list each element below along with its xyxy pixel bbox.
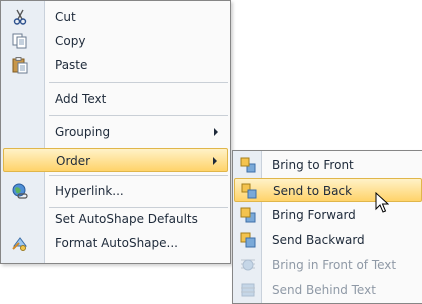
menu-item-hyperlink[interactable]: Hyperlink... [3, 179, 228, 203]
menu-item-label: Grouping [55, 125, 111, 139]
menu-item-label: Send Backward [272, 233, 365, 247]
submenu-arrow-icon [214, 128, 218, 136]
send-backward-icon [239, 231, 257, 249]
menu-item-label: Bring Forward [272, 208, 356, 222]
menu-item-paste[interactable]: Paste [3, 53, 228, 77]
menu-item-label: Send Behind Text [272, 283, 376, 297]
submenu-arrow-icon [213, 157, 217, 165]
menu-separator [49, 175, 228, 176]
menu-item-grouping[interactable]: Grouping [3, 120, 228, 144]
submenu-item-send-backward[interactable]: Send Backward [234, 228, 422, 252]
bring-to-front-icon [239, 156, 257, 174]
menu-item-order[interactable]: Order [3, 148, 228, 172]
send-behind-text-icon [239, 281, 257, 299]
paste-icon [11, 56, 29, 74]
menu-separator [49, 82, 228, 83]
context-menu: Cut Copy Paste Add Text Grouping Order H… [0, 0, 231, 264]
mouse-pointer-icon [375, 192, 389, 213]
send-to-back-icon [240, 182, 258, 200]
menu-item-label: Add Text [55, 92, 107, 106]
format-shape-icon [11, 234, 29, 252]
menu-item-label: Cut [55, 10, 76, 24]
hyperlink-globe-icon [11, 182, 29, 200]
menu-item-set-autoshape-defaults[interactable]: Set AutoShape Defaults [3, 207, 228, 231]
menu-item-label: Format AutoShape... [55, 236, 178, 250]
menu-item-label: Copy [55, 34, 86, 48]
submenu-item-bring-to-front[interactable]: Bring to Front [234, 153, 422, 177]
submenu-item-send-to-back[interactable]: Send to Back [234, 178, 422, 202]
submenu-item-bring-in-front-of-text[interactable]: Bring in Front of Text [234, 253, 422, 277]
menu-item-copy[interactable]: Copy [3, 29, 228, 53]
menu-item-label: Bring in Front of Text [272, 258, 397, 272]
menu-item-cut[interactable]: Cut [3, 5, 228, 29]
menu-item-format-autoshape[interactable]: Format AutoShape... [3, 231, 228, 255]
menu-item-add-text[interactable]: Add Text [3, 87, 228, 111]
submenu-item-bring-forward[interactable]: Bring Forward [234, 203, 422, 227]
menu-item-label: Hyperlink... [55, 184, 124, 198]
bring-forward-icon [239, 206, 257, 224]
order-submenu: Bring to Front Send to Back Bring Forwar… [232, 150, 422, 304]
bring-in-front-of-text-icon [239, 256, 257, 274]
menu-item-label: Order [56, 154, 91, 168]
menu-item-label: Bring to Front [272, 158, 354, 172]
menu-item-label: Send to Back [273, 184, 353, 198]
menu-item-label: Set AutoShape Defaults [55, 212, 198, 226]
copy-icon [11, 32, 29, 50]
scissors-icon [11, 8, 29, 26]
menu-separator [49, 115, 228, 116]
menu-item-label: Paste [55, 58, 88, 72]
submenu-item-send-behind-text[interactable]: Send Behind Text [234, 278, 422, 302]
